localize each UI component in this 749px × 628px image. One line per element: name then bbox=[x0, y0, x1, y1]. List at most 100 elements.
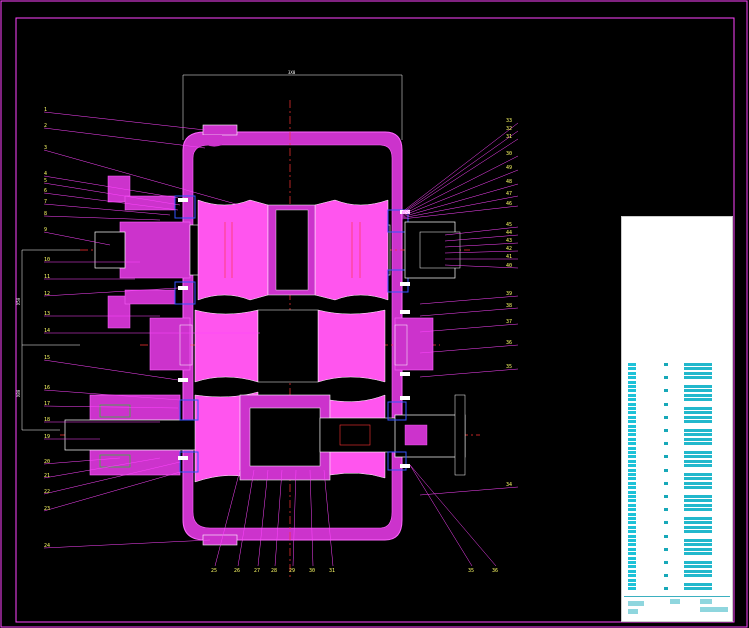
parts-list-row bbox=[624, 363, 730, 366]
leader-line bbox=[43, 215, 161, 221]
parts-list-row bbox=[624, 442, 730, 446]
parts-list-row bbox=[624, 455, 730, 459]
parts-list-row bbox=[624, 521, 730, 525]
callout-left-17: 17 bbox=[44, 401, 50, 407]
callout-left-21: 21 bbox=[44, 473, 50, 479]
callout-left-5: 5 bbox=[44, 178, 47, 184]
parts-list-row bbox=[624, 534, 730, 538]
callout-left-4: 4 bbox=[44, 171, 47, 177]
parts-list-row bbox=[624, 578, 730, 582]
parts-list-row bbox=[624, 481, 730, 485]
callout-bottom-26: 26 bbox=[234, 568, 240, 574]
callout-left-7: 7 bbox=[44, 199, 47, 205]
callout-right-36: 36 bbox=[506, 340, 512, 346]
callout-left-18: 18 bbox=[44, 417, 50, 423]
parts-list-row bbox=[624, 556, 730, 560]
callout-left-19: 19 bbox=[44, 434, 50, 440]
parts-list-row bbox=[624, 574, 730, 578]
leader-line bbox=[401, 169, 519, 217]
leader-line bbox=[401, 195, 519, 219]
leader-line bbox=[419, 295, 519, 305]
parts-list-row bbox=[624, 407, 730, 410]
callout-bottom-29: 29 bbox=[289, 568, 295, 574]
parts-list-row bbox=[624, 530, 730, 534]
callout-right-40: 40 bbox=[506, 263, 512, 269]
parts-list-row bbox=[624, 583, 730, 586]
parts-list-row bbox=[624, 415, 730, 419]
callout-right-31: 31 bbox=[506, 134, 512, 140]
callout-left-15: 15 bbox=[44, 355, 50, 361]
dimension-width-label: 3X0 bbox=[288, 70, 296, 75]
callout-left-22: 22 bbox=[44, 489, 50, 495]
parts-list-row bbox=[624, 486, 730, 490]
parts-list-row bbox=[624, 473, 730, 476]
parts-list-row bbox=[624, 517, 730, 520]
parts-list-row bbox=[624, 552, 730, 556]
callout-bottom-30: 30 bbox=[309, 568, 315, 574]
callout-left-3: 3 bbox=[44, 145, 47, 151]
parts-list-row bbox=[624, 543, 730, 547]
parts-list-row bbox=[624, 547, 730, 551]
callout-right-48: 48 bbox=[506, 179, 512, 185]
callout-left-8: 8 bbox=[44, 211, 47, 217]
leader-line bbox=[419, 307, 519, 317]
callout-left-2: 2 bbox=[44, 123, 47, 129]
callout-right-32: 32 bbox=[506, 126, 512, 132]
parts-list-row bbox=[624, 411, 730, 415]
parts-list-row bbox=[624, 402, 730, 406]
callout-left-1: 1 bbox=[44, 107, 47, 113]
leader-line bbox=[401, 155, 519, 216]
parts-list-row bbox=[624, 393, 730, 397]
parts-list-row bbox=[624, 569, 730, 573]
callout-right-37: 37 bbox=[506, 319, 512, 325]
parts-list-row bbox=[624, 385, 730, 388]
parts-list-row bbox=[624, 468, 730, 472]
parts-list-row bbox=[624, 446, 730, 450]
parts-list-row bbox=[624, 499, 730, 503]
leader-line bbox=[409, 464, 497, 567]
callout-right-35: 35 bbox=[506, 364, 512, 370]
callout-bottom-28: 28 bbox=[271, 568, 277, 574]
parts-list-row bbox=[624, 539, 730, 542]
callout-left-13: 13 bbox=[44, 311, 50, 317]
leader-line bbox=[419, 344, 519, 354]
leader-line bbox=[401, 122, 519, 213]
leader-line bbox=[43, 111, 206, 131]
parts-list-row bbox=[624, 587, 730, 591]
leader-line bbox=[419, 368, 519, 378]
callout-right-49: 49 bbox=[506, 165, 512, 171]
leader-line bbox=[409, 464, 473, 567]
leader-line bbox=[401, 205, 519, 220]
callout-bottom-25: 25 bbox=[211, 568, 217, 574]
parts-list-row bbox=[624, 495, 730, 498]
parts-list-row bbox=[624, 420, 730, 424]
callout-left-6: 6 bbox=[44, 188, 47, 194]
callout-right-41: 41 bbox=[506, 254, 512, 260]
leader-line bbox=[43, 539, 211, 549]
dimension-upper-label: X50 bbox=[16, 297, 21, 305]
callout-bottom-35: 35 bbox=[468, 568, 474, 574]
callout-left-23: 23 bbox=[44, 506, 50, 512]
parts-list-row bbox=[624, 565, 730, 569]
callout-right-43: 43 bbox=[506, 238, 512, 244]
callouts-left: 123456789101112131415161718192021222324 bbox=[44, 107, 50, 549]
parts-list-row bbox=[624, 429, 730, 432]
leader-line bbox=[419, 323, 519, 333]
parts-list bbox=[624, 363, 730, 593]
parts-list-row bbox=[624, 451, 730, 454]
callouts-bottom: 25 26 27 28 29 30 31 35 36 bbox=[211, 568, 498, 574]
callout-right-47: 47 bbox=[506, 191, 512, 197]
parts-list-row bbox=[624, 367, 730, 371]
leader-line bbox=[401, 138, 519, 215]
parts-list-row bbox=[624, 389, 730, 393]
parts-list-row bbox=[624, 503, 730, 507]
callout-left-16: 16 bbox=[44, 385, 50, 391]
callout-left-9: 9 bbox=[44, 227, 47, 233]
callout-left-11: 11 bbox=[44, 274, 50, 280]
callout-right-46: 46 bbox=[506, 201, 512, 207]
parts-list-row bbox=[624, 512, 730, 516]
callout-left-14: 14 bbox=[44, 328, 50, 334]
callout-bottom-31: 31 bbox=[329, 568, 335, 574]
parts-list-row bbox=[624, 437, 730, 441]
output-shaft-assembly bbox=[64, 391, 466, 483]
